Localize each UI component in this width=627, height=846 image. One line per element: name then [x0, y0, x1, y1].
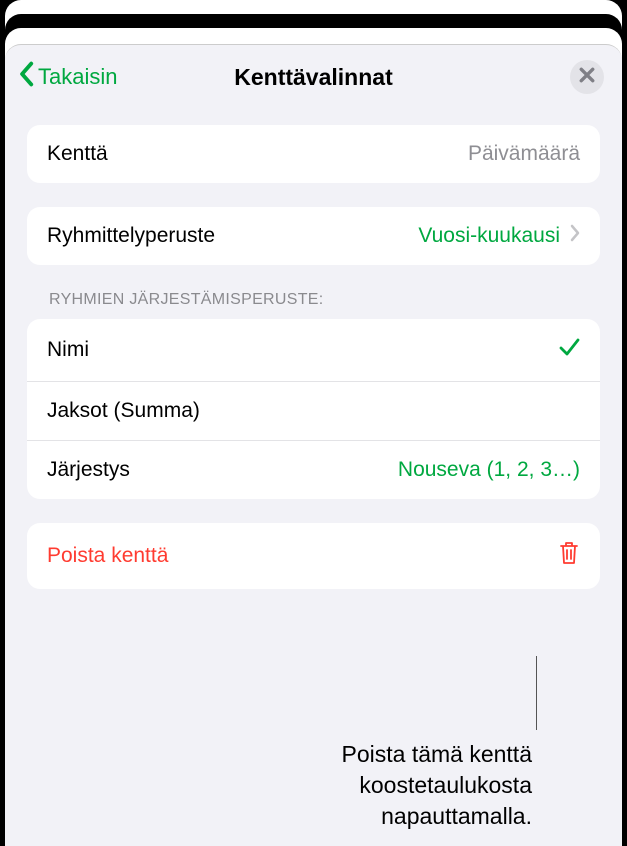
sort-option-periods-label: Jaksot (Summa)	[47, 399, 200, 423]
sort-option-periods[interactable]: Jaksot (Summa)	[27, 381, 600, 440]
group-by-label: Ryhmittelyperuste	[47, 224, 215, 248]
sort-section-header: RYHMIEN JÄRJESTÄMISPERUSTE:	[27, 291, 600, 319]
delete-group: Poista kenttä	[27, 523, 600, 589]
page-title: Kenttävalinnat	[234, 64, 392, 91]
nav-bar: Takaisin Kenttävalinnat	[5, 45, 622, 109]
delete-field-label: Poista kenttä	[47, 544, 168, 568]
callout-line-3: napauttamalla.	[342, 801, 533, 832]
content: Kenttä Päivämäärä Ryhmittelyperuste Vuos…	[5, 125, 622, 589]
sort-order-row[interactable]: Järjestys Nouseva (1, 2, 3…)	[27, 440, 600, 499]
sort-order-value: Nouseva (1, 2, 3…)	[398, 458, 580, 482]
chevron-left-icon	[17, 61, 38, 93]
sort-option-name[interactable]: Nimi	[27, 319, 600, 381]
delete-field-row[interactable]: Poista kenttä	[27, 523, 600, 589]
chevron-right-icon	[570, 224, 580, 248]
field-group: Kenttä Päivämäärä	[27, 125, 600, 183]
group-by-group: Ryhmittelyperuste Vuosi-kuukausi	[27, 207, 600, 265]
sort-group: Nimi Jaksot (Summa) Järjestys Nouseva (1…	[27, 319, 600, 499]
modal-sheet: Takaisin Kenttävalinnat Kenttä Päivämäär…	[5, 44, 622, 846]
sort-option-name-label: Nimi	[47, 338, 89, 362]
callout-leader-line	[536, 656, 537, 730]
group-by-row[interactable]: Ryhmittelyperuste Vuosi-kuukausi	[27, 207, 600, 265]
field-row[interactable]: Kenttä Päivämäärä	[27, 125, 600, 183]
close-button[interactable]	[570, 60, 604, 94]
close-icon	[579, 67, 595, 88]
callout-line-1: Poista tämä kenttä	[342, 739, 533, 770]
callout-text: Poista tämä kenttä koostetaulukosta napa…	[342, 739, 533, 832]
trash-icon	[558, 540, 580, 572]
checkmark-icon	[558, 336, 580, 364]
group-by-value: Vuosi-kuukausi	[418, 224, 560, 248]
back-label: Takaisin	[38, 64, 117, 90]
field-label: Kenttä	[47, 142, 108, 166]
back-button[interactable]: Takaisin	[17, 61, 117, 93]
field-value: Päivämäärä	[468, 142, 580, 166]
sort-order-label: Järjestys	[47, 458, 130, 482]
callout-line-2: koostetaulukosta	[342, 770, 533, 801]
